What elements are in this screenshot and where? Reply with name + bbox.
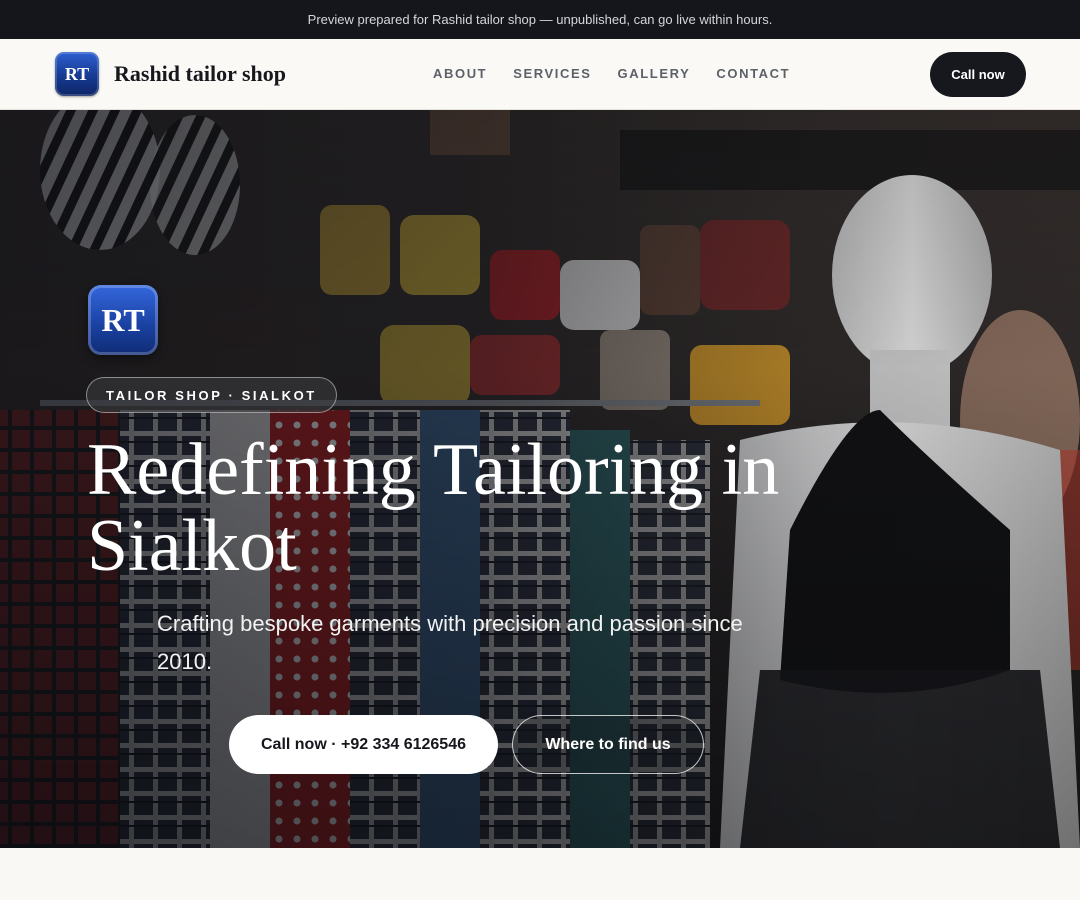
hero-section: RT TAILOR SHOP · SIALKOT Redefining Tail… — [0, 110, 1080, 848]
brand-name[interactable]: Rashid tailor shop — [114, 61, 286, 87]
call-now-button[interactable]: Call now · +92 334 6126546 — [229, 715, 498, 774]
find-us-button[interactable]: Where to find us — [512, 715, 704, 774]
main-nav: ABOUT SERVICES GALLERY CONTACT — [433, 66, 816, 81]
hero-title: Redefining Tailoring in Sialkot — [87, 429, 780, 587]
hero-logo: RT — [88, 285, 158, 355]
nav-link-about[interactable]: ABOUT — [433, 66, 487, 81]
site-header: RT Rashid tailor shop ABOUT SERVICES GAL… — [0, 39, 1080, 110]
header-call-button[interactable]: Call now — [930, 52, 1026, 97]
hero-subtitle: Crafting bespoke garments with precision… — [157, 611, 743, 674]
brand-logo[interactable]: RT — [55, 52, 99, 96]
nav-link-services[interactable]: SERVICES — [513, 66, 591, 81]
nav-link-contact[interactable]: CONTACT — [716, 66, 790, 81]
next-section — [0, 848, 1080, 900]
location-badge: TAILOR SHOP · SIALKOT — [86, 377, 337, 413]
preview-banner: Preview prepared for Rashid tailor shop … — [0, 0, 1080, 39]
preview-banner-text: Preview prepared for Rashid tailor shop … — [307, 12, 773, 27]
nav-link-gallery[interactable]: GALLERY — [618, 66, 691, 81]
